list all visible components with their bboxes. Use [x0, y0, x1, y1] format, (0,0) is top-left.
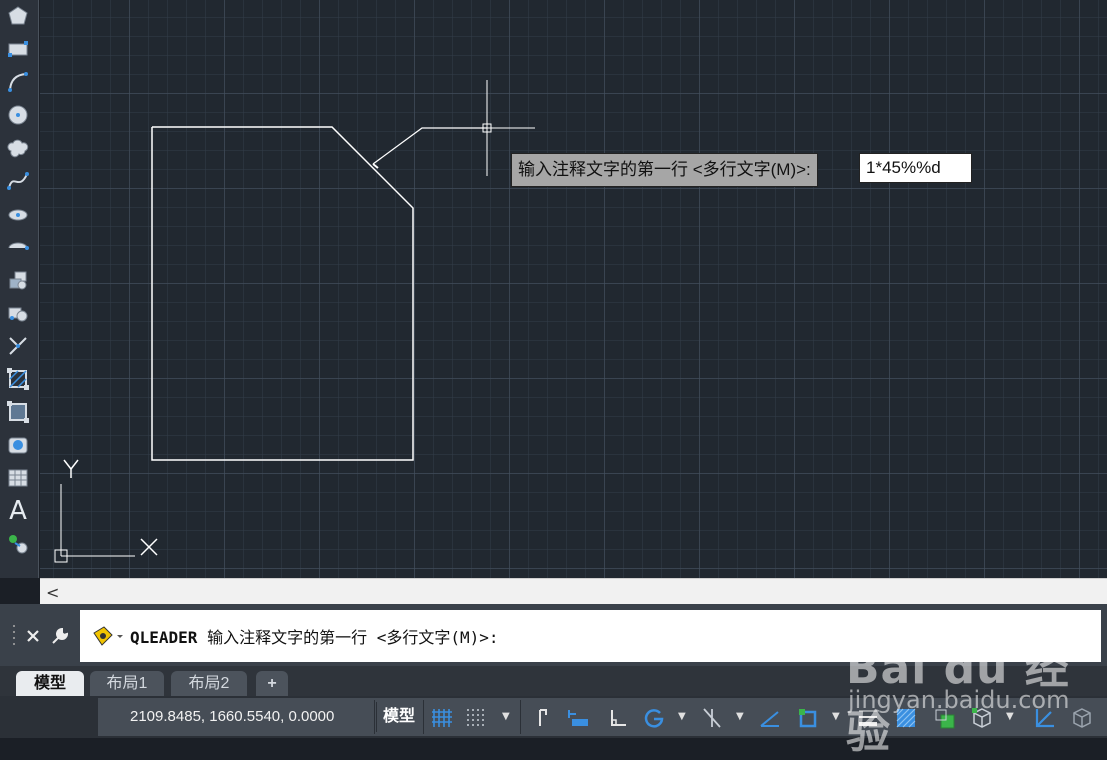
dynamic-input-field[interactable]: 1*45%%d	[859, 153, 972, 183]
lineweight-icon[interactable]	[854, 704, 882, 732]
object-snap-dropdown-icon[interactable]: ▼	[832, 711, 842, 723]
tab-layout2[interactable]: 布局2	[171, 671, 247, 696]
wrench-icon[interactable]	[50, 626, 70, 646]
hatch-icon[interactable]	[4, 365, 32, 393]
selection-cycling-icon[interactable]	[930, 704, 958, 732]
coordinate-display[interactable]: 2109.8485, 1660.5540, 0.0000	[130, 708, 334, 725]
spline-icon[interactable]	[4, 167, 32, 195]
make-block-icon[interactable]	[4, 299, 32, 327]
gradient-icon[interactable]	[4, 398, 32, 426]
snap-mode-icon[interactable]	[462, 704, 490, 732]
add-selected-icon[interactable]	[4, 530, 32, 558]
close-icon[interactable]	[26, 629, 40, 643]
command-line-input[interactable]: QLEADER 输入注释文字的第一行 <多行文字(M)>:	[80, 610, 1101, 662]
grid-display-icon[interactable]	[428, 704, 456, 732]
revision-cloud-icon[interactable]	[4, 134, 32, 162]
recent-commands-icon[interactable]	[90, 623, 124, 649]
tab-model[interactable]: 模型	[16, 671, 84, 696]
arc-icon[interactable]	[4, 68, 32, 96]
transparency-icon[interactable]	[892, 704, 920, 732]
snap-dropdown-icon[interactable]: ▼	[502, 711, 512, 723]
gizmo-icon[interactable]	[1068, 704, 1096, 732]
dynamic-input-icon[interactable]	[564, 704, 592, 732]
leader-line	[372, 127, 487, 165]
command-prompt-text: 输入注释文字的第一行 <多行文字(M)>:	[207, 628, 499, 647]
horizontal-scrollbar[interactable]: <	[40, 578, 1107, 605]
insert-block-icon[interactable]	[4, 266, 32, 294]
isodraft-icon[interactable]	[698, 704, 726, 732]
model-space-button[interactable]: 模型	[376, 702, 421, 732]
point-icon[interactable]	[4, 332, 32, 360]
command-line-controls	[6, 610, 84, 662]
region-icon[interactable]	[4, 431, 32, 459]
layout-tabs: 模型 布局1 布局2 +	[0, 666, 1107, 696]
ellipse-arc-icon[interactable]	[4, 233, 32, 261]
polar-dropdown-icon[interactable]: ▼	[678, 711, 688, 723]
dynamic-input-prompt: 输入注释文字的第一行 <多行文字(M)>:	[511, 153, 818, 187]
rectangle-icon[interactable]	[4, 35, 32, 63]
3d-object-snap-icon[interactable]	[968, 704, 996, 732]
isodraft-dropdown-icon[interactable]: ▼	[736, 711, 746, 723]
ortho-mode-icon[interactable]	[604, 704, 632, 732]
grip-icon[interactable]	[12, 623, 16, 649]
table-icon[interactable]	[4, 464, 32, 492]
tab-layout1[interactable]: 布局1	[90, 671, 164, 696]
command-name: QLEADER	[130, 628, 198, 647]
scroll-left-arrow[interactable]: <	[46, 583, 59, 602]
polygon-icon[interactable]	[4, 2, 32, 30]
object-snap-tracking-icon[interactable]	[756, 704, 784, 732]
circle-icon[interactable]	[4, 101, 32, 129]
dynamic-ucs-icon[interactable]	[1030, 704, 1058, 732]
leader-arrow	[372, 163, 379, 169]
add-layout-tab[interactable]: +	[256, 671, 288, 696]
drawing-geometry	[54, 80, 535, 563]
chamfered-rectangle	[151, 126, 414, 461]
infer-constraints-icon[interactable]	[528, 704, 556, 732]
3d-snap-dropdown-icon[interactable]: ▼	[1006, 711, 1016, 723]
polar-tracking-icon[interactable]	[640, 704, 668, 732]
multiline-text-icon[interactable]: A	[4, 496, 32, 526]
ellipse-icon[interactable]	[4, 200, 32, 228]
object-snap-icon[interactable]	[794, 704, 822, 732]
draw-toolbar: A	[0, 0, 39, 578]
